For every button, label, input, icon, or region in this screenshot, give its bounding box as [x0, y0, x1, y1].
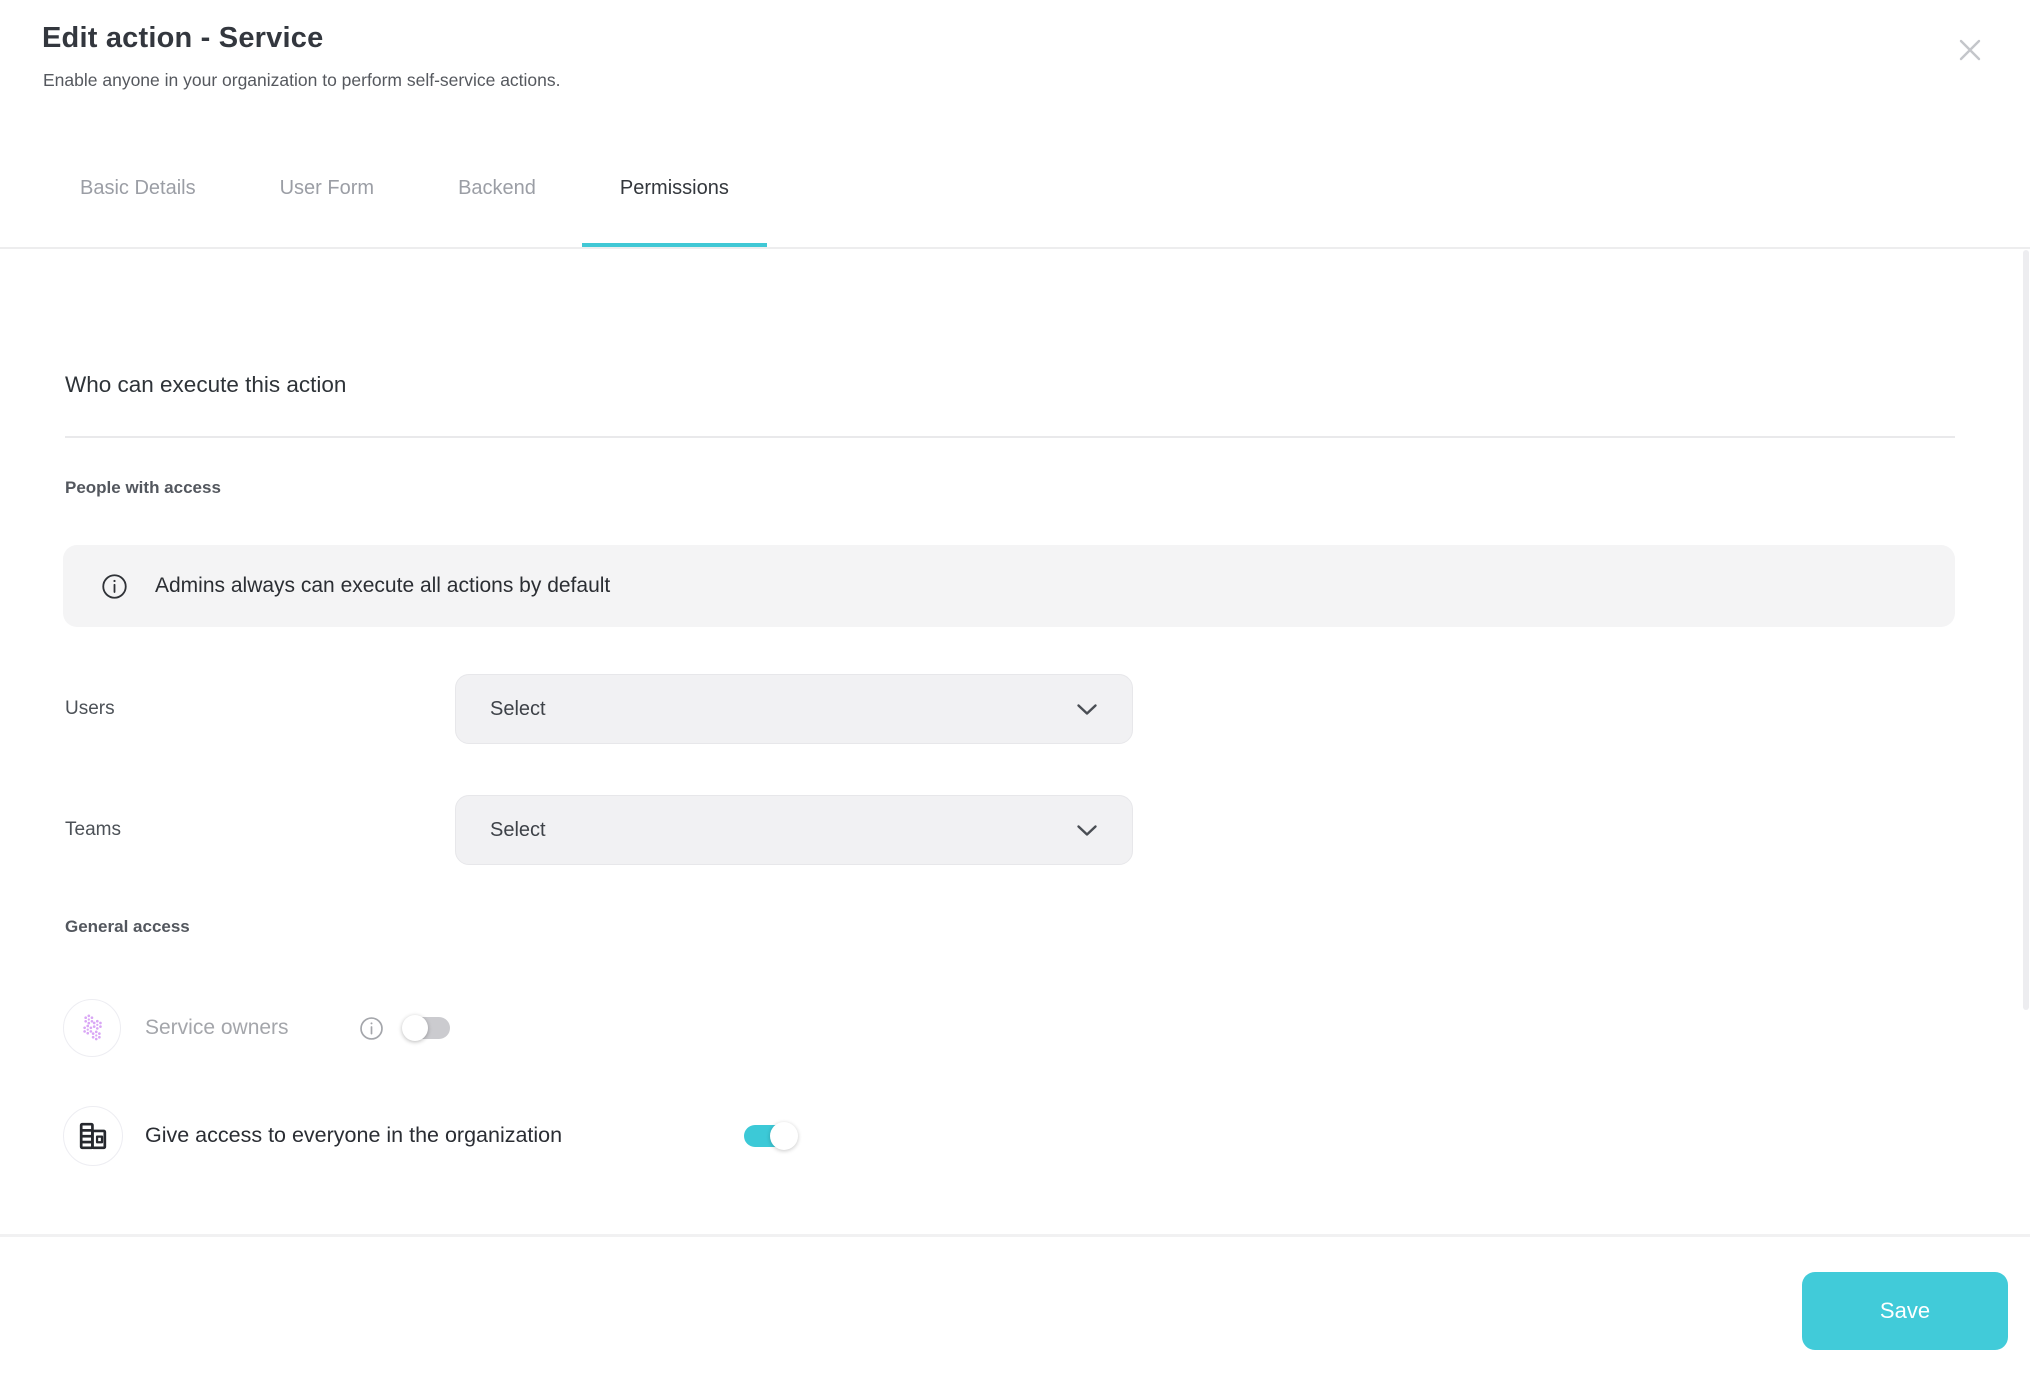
toggle-knob — [402, 1015, 428, 1041]
info-icon[interactable] — [358, 1015, 385, 1042]
organization-avatar — [63, 1106, 123, 1166]
people-with-access-label: People with access — [65, 478, 221, 498]
service-owners-avatar — [63, 999, 121, 1057]
teams-select[interactable]: Select — [455, 795, 1133, 865]
everyone-access-toggle[interactable] — [744, 1122, 798, 1150]
organization-building-icon — [75, 1118, 111, 1154]
chevron-down-icon — [1076, 703, 1098, 716]
info-icon — [100, 572, 129, 601]
general-access-label: General access — [65, 917, 190, 937]
footer-divider — [0, 1234, 2030, 1237]
teams-label: Teams — [65, 819, 121, 841]
save-button[interactable]: Save — [1802, 1272, 2008, 1350]
chevron-down-icon — [1076, 824, 1098, 837]
close-button[interactable] — [1946, 26, 1994, 74]
tab-bar: Basic Details User Form Backend Permissi… — [42, 155, 767, 248]
tab-user-form[interactable]: User Form — [242, 155, 412, 248]
service-owners-cluster-icon — [75, 1011, 109, 1045]
section-title-who-can-execute: Who can execute this action — [65, 372, 346, 398]
users-label: Users — [65, 698, 115, 720]
users-select[interactable]: Select — [455, 674, 1133, 744]
tab-bar-divider — [0, 247, 2030, 249]
service-owners-toggle[interactable] — [402, 1015, 450, 1041]
users-select-value: Select — [490, 698, 1076, 721]
admins-info-banner: Admins always can execute all actions by… — [63, 545, 1955, 627]
admins-info-text: Admins always can execute all actions by… — [155, 574, 610, 598]
toggle-knob — [770, 1122, 798, 1150]
service-owners-label: Service owners — [145, 1016, 289, 1040]
page-subtitle: Enable anyone in your organization to pe… — [43, 70, 561, 91]
teams-select-value: Select — [490, 819, 1076, 842]
close-icon — [1954, 34, 1986, 66]
section-divider — [65, 436, 1955, 438]
scrollbar-thumb[interactable] — [2023, 250, 2029, 1010]
tab-basic-details[interactable]: Basic Details — [42, 155, 234, 248]
tab-permissions[interactable]: Permissions — [582, 155, 767, 248]
everyone-access-label: Give access to everyone in the organizat… — [145, 1123, 562, 1148]
page-title: Edit action - Service — [42, 22, 323, 55]
tab-backend[interactable]: Backend — [420, 155, 574, 248]
